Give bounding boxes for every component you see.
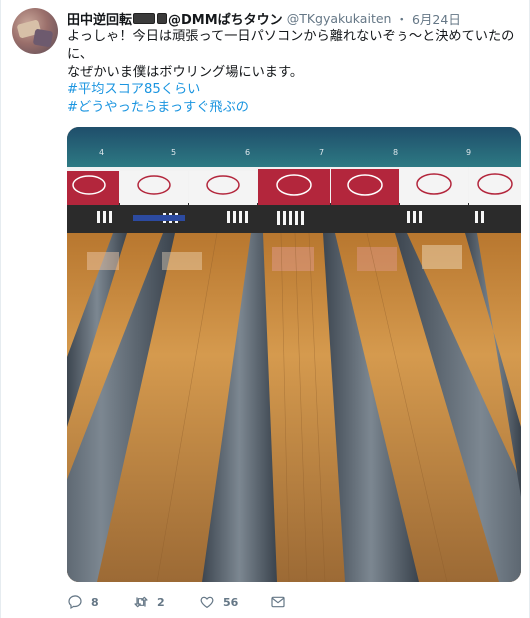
tweet-photo[interactable]: 4 5 6 7 8 9 — [67, 127, 521, 582]
lane-number: 9 — [466, 148, 471, 157]
reply-icon — [68, 595, 82, 610]
reply-count: 8 — [91, 595, 99, 609]
author-handle[interactable]: @TKgyakukaiten — [287, 11, 392, 26]
lane-number: 8 — [393, 148, 398, 157]
author-name-suffix[interactable]: @DMMぱちタウン — [168, 9, 283, 28]
separator: ・ — [395, 11, 408, 27]
hashtag-link[interactable]: #どうやったらまっすぐ飛ぶの — [67, 99, 522, 117]
like-button[interactable]: 56 — [199, 594, 238, 610]
lane-number: 6 — [245, 148, 250, 157]
tweet-card[interactable]: 田中逆回転 @DMMぱちタウン @TKgyakukaiten ・ 6月24日 よ… — [0, 0, 530, 618]
reply-button[interactable]: 8 — [67, 594, 101, 610]
lane-number: 4 — [99, 148, 104, 157]
tweet-header: 田中逆回転 @DMMぱちタウン @TKgyakukaiten ・ 6月24日 — [67, 9, 461, 28]
like-count: 56 — [223, 595, 239, 609]
avatar[interactable] — [12, 8, 58, 54]
emoji-badge-icon — [133, 12, 156, 24]
retweet-count: 2 — [157, 595, 165, 609]
direct-message-button[interactable] — [270, 594, 294, 610]
tweet-text: よっしゃ！今日は頑張って一日パソコンから離れないぞぅ～と決めていたのに、 なぜか… — [67, 28, 522, 82]
tweet-actions: 8 2 56 — [67, 592, 326, 612]
heart-icon — [200, 596, 214, 609]
emoji-badge-icon — [157, 12, 168, 24]
envelope-icon — [271, 596, 285, 608]
retweet-button[interactable]: 2 — [133, 594, 167, 610]
retweet-icon — [134, 596, 148, 608]
lane-number: 5 — [171, 148, 176, 157]
author-name[interactable]: 田中逆回転 — [67, 9, 132, 28]
tweet-date[interactable]: 6月24日 — [412, 9, 461, 28]
bowling-alley-image: 4 5 6 7 8 9 — [67, 127, 521, 582]
tweet-text-line: なぜかいま僕はボウリング場にいます。 — [67, 65, 304, 80]
hashtag-list: #平均スコア85くらい #どうやったらまっすぐ飛ぶの — [67, 81, 522, 117]
hashtag-link[interactable]: #平均スコア85くらい — [67, 81, 522, 99]
tweet-text-line: よっしゃ！今日は頑張って一日パソコンから離れないぞぅ～と決めていたのに、 — [67, 29, 515, 62]
banner-row — [67, 167, 521, 205]
lane-number: 7 — [319, 148, 324, 157]
